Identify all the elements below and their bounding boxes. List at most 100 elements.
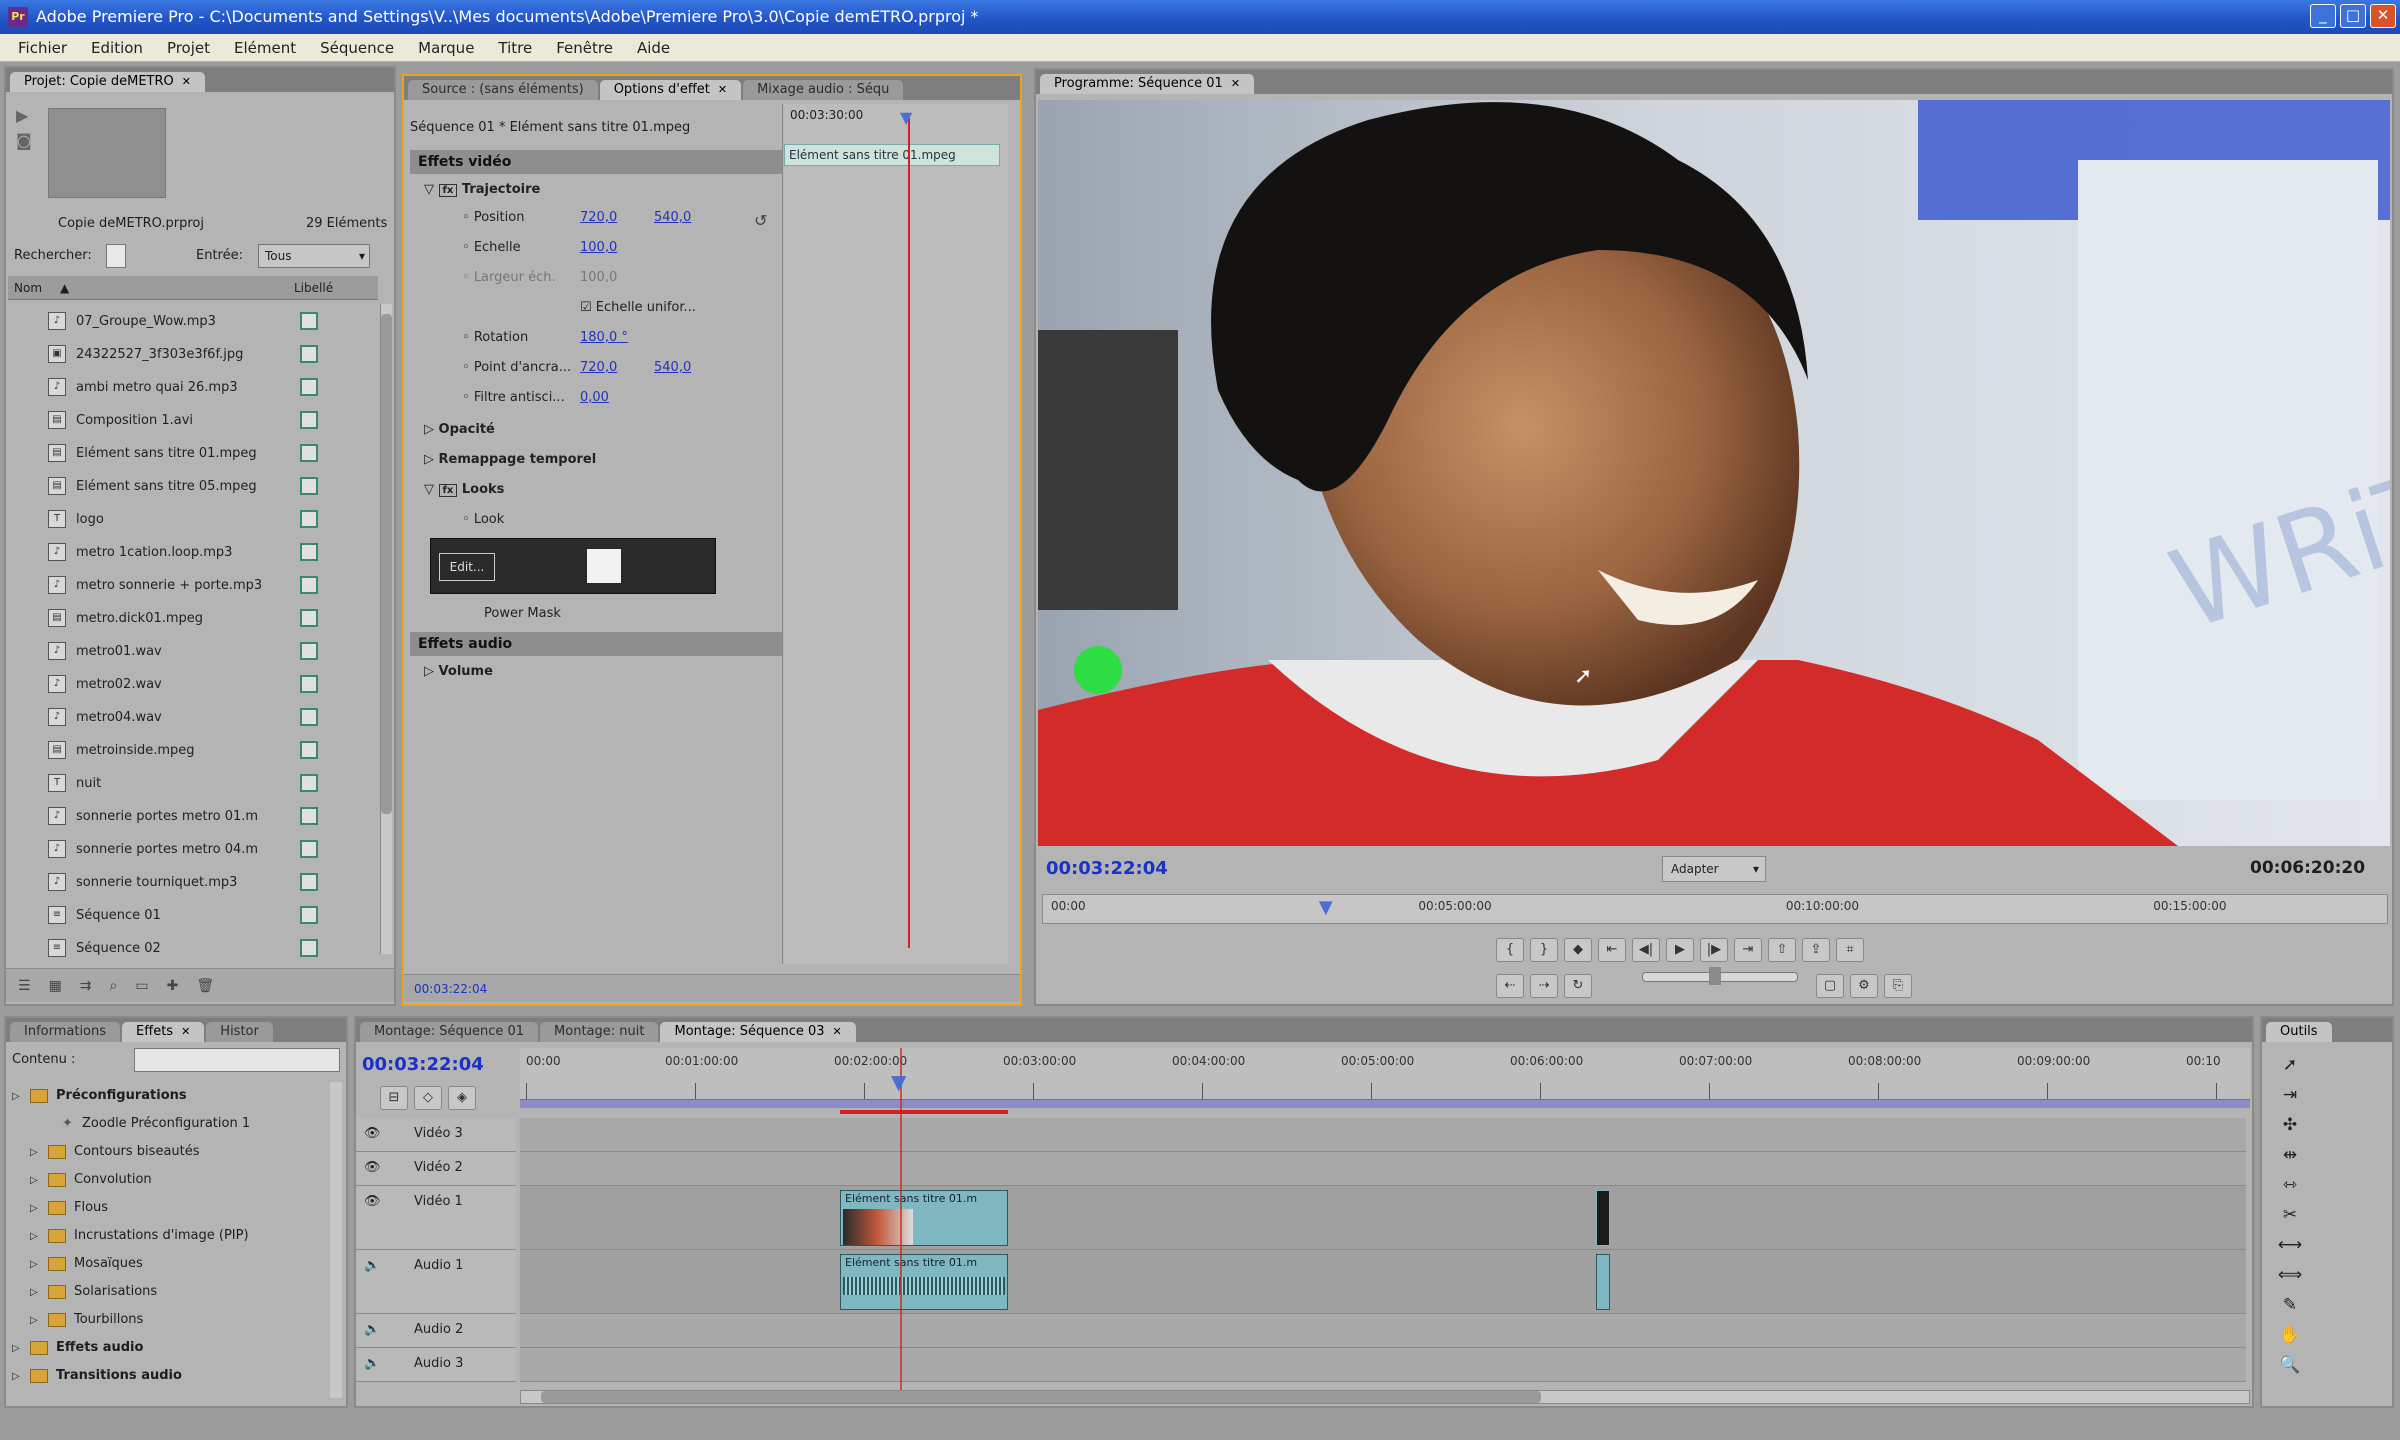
look-swatch[interactable] bbox=[587, 549, 621, 583]
track-header[interactable]: 🔊 Audio 2 bbox=[356, 1314, 516, 1348]
menu-fichier[interactable]: Fichier bbox=[6, 39, 79, 57]
shuttle-slider[interactable] bbox=[1642, 967, 1798, 985]
effects-tree-item[interactable]: ▷ Transitions audio bbox=[8, 1362, 182, 1390]
set-marker-icon[interactable]: ◆ bbox=[1564, 938, 1592, 962]
track-lane[interactable] bbox=[520, 1348, 2246, 1382]
list-item[interactable]: ♪ sonnerie portes metro 04.m bbox=[8, 832, 376, 866]
power-mask-row[interactable]: Power Mask bbox=[404, 600, 784, 628]
list-item[interactable]: ≡ Séquence 02 bbox=[8, 931, 376, 965]
goto-next-edit-icon[interactable]: ⇢ bbox=[1530, 974, 1558, 998]
effects-tree-item[interactable]: ▷ Contours biseautés bbox=[8, 1138, 200, 1166]
list-item[interactable]: ♪ metro04.wav bbox=[8, 700, 376, 734]
new-bin-icon[interactable]: ▭ bbox=[135, 978, 148, 994]
loop-icon[interactable]: ↻ bbox=[1564, 974, 1592, 998]
list-item[interactable]: ▣ 24322527_3f303e3f6f.jpg bbox=[8, 337, 376, 371]
effects-tree-item[interactable]: ▷ Flous bbox=[8, 1194, 108, 1222]
delete-icon[interactable]: 🗑 bbox=[196, 978, 214, 994]
label-color-swatch[interactable] bbox=[300, 411, 318, 429]
effects-scrollbar[interactable] bbox=[330, 1082, 342, 1398]
tree-expand-icon[interactable]: ▷ bbox=[30, 1279, 44, 1307]
tab-nuit[interactable]: Montage: nuit bbox=[540, 1022, 659, 1042]
tree-expand-icon[interactable]: ▷ bbox=[12, 1363, 26, 1391]
razor-tool-icon[interactable]: ✂ bbox=[2272, 1200, 2308, 1230]
position-x-value[interactable]: 720,0 bbox=[580, 204, 617, 232]
anchor-y-value[interactable]: 540,0 bbox=[654, 354, 691, 382]
effect-controls-timecode[interactable]: 00:03:22:04 bbox=[414, 982, 487, 996]
effects-tree-item[interactable]: ▷ Effets audio bbox=[8, 1334, 143, 1362]
list-item[interactable]: ▤ Elément sans titre 05.mpeg bbox=[8, 469, 376, 503]
menu-projet[interactable]: Projet bbox=[155, 39, 222, 57]
search-input[interactable] bbox=[106, 244, 126, 268]
keyframe-icon[interactable]: ◈ bbox=[448, 1086, 476, 1110]
effects-tree-item[interactable]: ▷ Convolution bbox=[8, 1166, 152, 1194]
column-label[interactable]: Libellé bbox=[294, 276, 333, 300]
tab-history[interactable]: Histor bbox=[206, 1022, 273, 1042]
track-lane[interactable] bbox=[520, 1250, 2246, 1314]
automate-icon[interactable]: ⇉ bbox=[80, 978, 92, 994]
timeline-timecode[interactable]: 00:03:22:04 bbox=[362, 1054, 484, 1075]
menu-fenetre[interactable]: Fenêtre bbox=[544, 39, 625, 57]
label-color-swatch[interactable] bbox=[300, 939, 318, 957]
marker-icon[interactable]: ◇ bbox=[414, 1086, 442, 1110]
anchor-x-value[interactable]: 720,0 bbox=[580, 354, 617, 382]
slide-tool-icon[interactable]: ⟺ bbox=[2272, 1260, 2308, 1290]
volume-effect[interactable]: ▷ Volume bbox=[404, 658, 784, 686]
track-header[interactable]: 🔊 Audio 1 bbox=[356, 1250, 516, 1314]
project-scrollbar[interactable] bbox=[380, 304, 392, 954]
list-item[interactable]: ▤ Elément sans titre 01.mpeg bbox=[8, 436, 376, 470]
list-item[interactable]: ♪ 07_Groupe_Wow.mp3 bbox=[8, 304, 376, 338]
label-color-swatch[interactable] bbox=[300, 741, 318, 759]
maximize-button[interactable]: □ bbox=[2340, 4, 2366, 28]
effects-tree-item[interactable]: ▷ Incrustations d'image (PIP) bbox=[8, 1222, 249, 1250]
scale-value[interactable]: 100,0 bbox=[580, 234, 617, 262]
reset-icon[interactable]: ↺ bbox=[754, 206, 774, 236]
track-visibility-icon[interactable]: 🔊 bbox=[364, 1348, 380, 1380]
tab-project[interactable]: Projet: Copie deMETRO ✕ bbox=[10, 72, 205, 92]
rate-stretch-tool-icon[interactable]: ⇿ bbox=[2272, 1170, 2308, 1200]
track-visibility-icon[interactable]: 🔊 bbox=[364, 1314, 380, 1346]
tree-expand-icon[interactable]: ▷ bbox=[12, 1083, 26, 1111]
track-select-tool-icon[interactable]: ⇥ bbox=[2272, 1080, 2308, 1110]
mini-playhead-icon[interactable]: ▼ bbox=[900, 108, 912, 127]
list-item[interactable]: ▤ Composition 1.avi bbox=[8, 403, 376, 437]
label-color-swatch[interactable] bbox=[300, 543, 318, 561]
flicker-value[interactable]: 0,00 bbox=[580, 384, 609, 412]
track-lane[interactable] bbox=[520, 1186, 2246, 1250]
look-edit-button[interactable]: Edit... bbox=[439, 553, 495, 581]
effects-tree-item[interactable]: ▷ Solarisations bbox=[8, 1278, 157, 1306]
track-lane[interactable] bbox=[520, 1314, 2246, 1348]
list-item[interactable]: ♪ metro 1cation.loop.mp3 bbox=[8, 535, 376, 569]
playhead-handle-icon[interactable]: ▼ bbox=[891, 1070, 906, 1094]
extract-icon[interactable]: ⇪ bbox=[1802, 938, 1830, 962]
hand-tool-icon[interactable]: ✋ bbox=[2272, 1320, 2308, 1350]
trim-icon[interactable]: ⌗ bbox=[1836, 938, 1864, 962]
effects-tree-item[interactable]: ▷ Mosaïques bbox=[8, 1250, 143, 1278]
goto-in-icon[interactable]: ⇤ bbox=[1598, 938, 1626, 962]
label-color-swatch[interactable] bbox=[300, 477, 318, 495]
poster-frame-icon[interactable]: ◙ bbox=[16, 131, 42, 150]
label-color-swatch[interactable] bbox=[300, 840, 318, 858]
program-timecode[interactable]: 00:03:22:04 bbox=[1046, 858, 1168, 879]
mark-out-icon[interactable]: } bbox=[1530, 938, 1558, 962]
step-forward-icon[interactable]: |▶ bbox=[1700, 938, 1728, 962]
icon-view-icon[interactable]: ▦ bbox=[49, 978, 62, 994]
tree-expand-icon[interactable]: ▷ bbox=[30, 1307, 44, 1335]
tree-expand-icon[interactable]: ▷ bbox=[30, 1223, 44, 1251]
label-color-swatch[interactable] bbox=[300, 873, 318, 891]
tab-sequence-01[interactable]: Montage: Séquence 01 bbox=[360, 1022, 539, 1042]
tree-expand-icon[interactable]: ▷ bbox=[30, 1139, 44, 1167]
menu-marque[interactable]: Marque bbox=[406, 39, 486, 57]
minimize-button[interactable]: _ bbox=[2310, 4, 2336, 28]
track-lane[interactable] bbox=[520, 1152, 2246, 1186]
safe-margins-icon[interactable]: ▢ bbox=[1816, 974, 1844, 998]
looks-effect[interactable]: ▽ fx Looks bbox=[404, 476, 784, 504]
tab-tools[interactable]: Outils bbox=[2266, 1022, 2332, 1042]
timeline-ruler[interactable]: 00:00 00:01:00:00 00:02:00:00 00:03:00:00 00… bbox=[520, 1048, 2250, 1100]
rotation-value[interactable]: 180,0 ° bbox=[580, 324, 628, 352]
track-visibility-icon[interactable]: 🔊 bbox=[364, 1250, 380, 1282]
timeline-playhead[interactable] bbox=[900, 1048, 902, 1400]
list-item[interactable]: Tlogo bbox=[8, 502, 376, 536]
tab-effect-options[interactable]: Options d'effet ✕ bbox=[599, 80, 742, 100]
list-view-icon[interactable]: ☰ bbox=[18, 978, 31, 994]
uniform-scale-row[interactable]: ☑ Echelle unifor... bbox=[404, 294, 784, 322]
